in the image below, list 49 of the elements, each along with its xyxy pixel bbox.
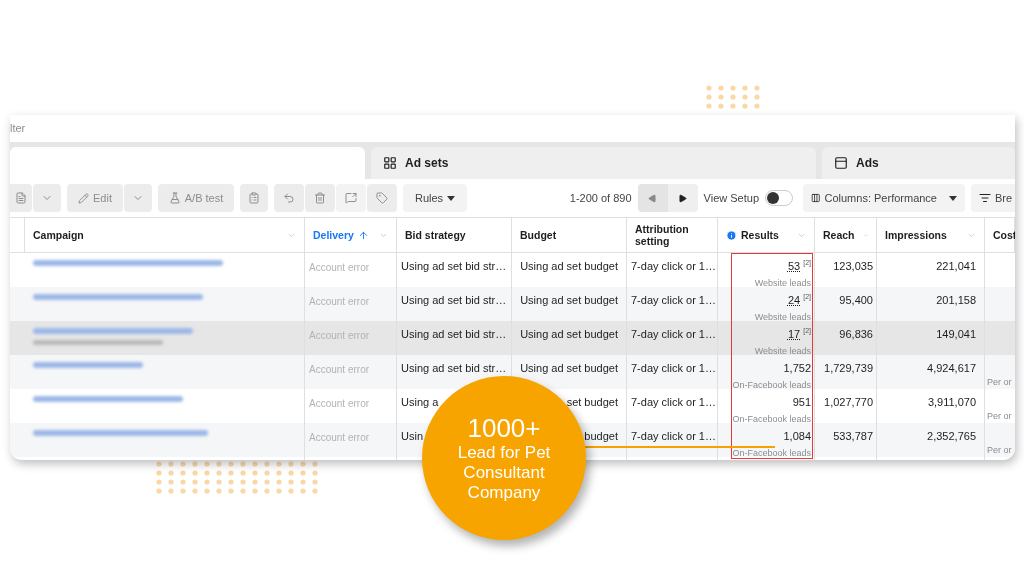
- delivery-text: Account error: [309, 432, 370, 443]
- result-type-text: Website leads: [754, 310, 811, 324]
- budget-text: Using ad set budget: [520, 259, 618, 274]
- attribution-text: 7-day click or 1…: [631, 328, 716, 340]
- budget-text: Using ad set budget: [520, 327, 618, 342]
- budget-text: set budget: [566, 395, 618, 410]
- budget-text: Using ad set budget: [520, 361, 618, 376]
- delivery-text: Account error: [309, 262, 370, 273]
- reach-value: 1,729,739: [824, 362, 873, 374]
- attribution-text: 7-day click or 1…: [631, 362, 716, 374]
- impressions-value: 3,911,070: [927, 396, 976, 408]
- callout-headline: 1000+: [467, 413, 541, 443]
- result-type-text: On-Facebook leads: [732, 378, 811, 392]
- reach-value: 533,787: [833, 430, 873, 442]
- bid-strategy-text: Usin: [401, 430, 423, 442]
- attribution-text: 7-day click or 1…: [631, 430, 716, 442]
- bid-strategy-text: Using ad set bid str…: [401, 362, 507, 374]
- result-type-text: On-Facebook leads: [732, 412, 811, 426]
- result-type-text: Website leads: [754, 344, 811, 358]
- reach-value: 123,035: [833, 260, 873, 272]
- impressions-value: 4,924,617: [927, 362, 976, 374]
- view-setup-label: View Setup: [703, 190, 759, 206]
- cost-text: Per or: [987, 377, 1012, 387]
- budget-text: Using ad set budget: [520, 293, 618, 308]
- budget-text: budget: [584, 429, 618, 444]
- bid-strategy-text: Using ad set bid str…: [401, 328, 507, 340]
- result-type-text: Website leads: [754, 276, 811, 290]
- attribution-text: 7-day click or 1…: [631, 294, 716, 306]
- callout-text: Lead for Pet Consultant Company: [456, 443, 552, 503]
- reach-value: 95,400: [839, 294, 873, 306]
- result-type-text: On-Facebook leads: [732, 446, 811, 460]
- delivery-text: Account error: [309, 364, 370, 375]
- impressions-value: 2,352,765: [927, 430, 976, 442]
- pagination-text: 1-200 of 890: [569, 190, 632, 206]
- reach-value: 1,027,770: [824, 396, 873, 408]
- impressions-value: 201,158: [936, 294, 976, 306]
- delivery-text: Account error: [309, 296, 370, 307]
- cost-text: Per or: [987, 445, 1012, 455]
- impressions-value: 149,041: [936, 328, 976, 340]
- delivery-text: Account error: [309, 398, 370, 409]
- filter-text: lter: [10, 121, 26, 137]
- reach-value: 96,836: [839, 328, 873, 340]
- cost-text: Per or: [987, 411, 1012, 421]
- bid-strategy-text: Using a: [401, 396, 439, 408]
- bid-strategy-text: Using ad set bid str…: [401, 260, 507, 272]
- bid-strategy-text: Using ad set bid str…: [401, 294, 507, 306]
- impressions-value: 221,041: [936, 260, 976, 272]
- attribution-text: 7-day click or 1…: [631, 396, 716, 408]
- attribution-text: 7-day click or 1…: [631, 260, 716, 272]
